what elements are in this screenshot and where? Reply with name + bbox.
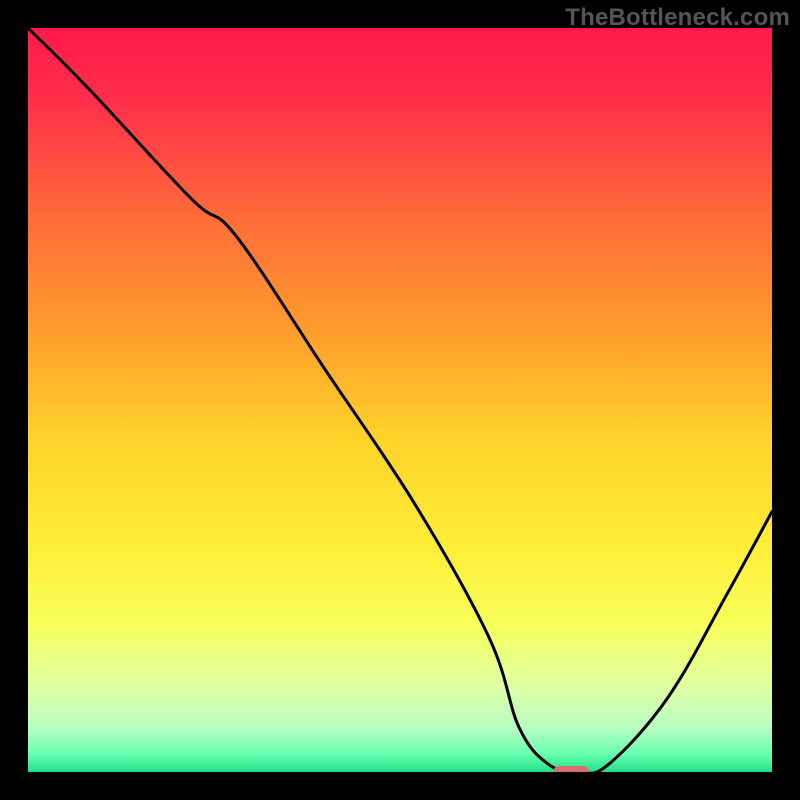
chart-svg xyxy=(28,28,772,772)
optimal-marker xyxy=(553,766,589,772)
chart-frame: TheBottleneck.com xyxy=(0,0,800,800)
watermark-text: TheBottleneck.com xyxy=(565,4,790,32)
plot-area xyxy=(28,28,772,772)
chart-background xyxy=(28,28,772,772)
